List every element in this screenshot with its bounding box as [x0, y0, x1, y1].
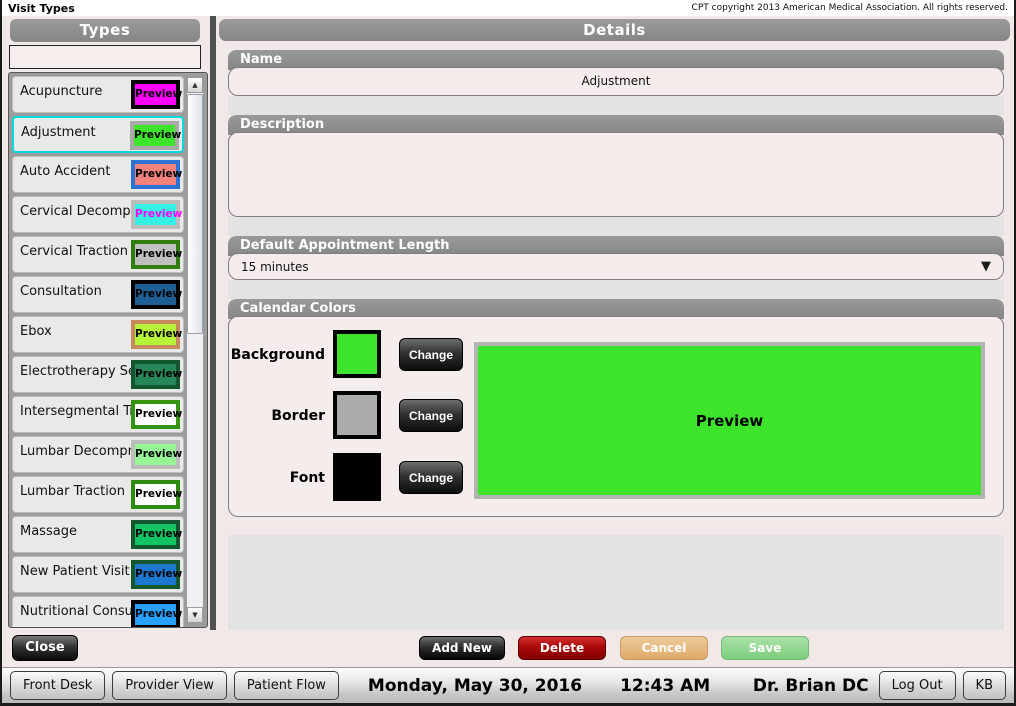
visit-type-label: Nutritional Consultat — [20, 604, 138, 619]
visit-type-row[interactable]: Cervical Traction Preview — [12, 236, 184, 273]
section-gap — [228, 217, 1004, 236]
border-color-swatch — [333, 391, 381, 439]
visit-type-label: Cervical Decompress — [20, 204, 138, 219]
border-color-label: Border — [229, 408, 325, 424]
visit-type-label: Auto Accident — [20, 164, 110, 179]
visit-type-preview-button[interactable]: Preview — [131, 400, 180, 429]
scroll-down-icon[interactable]: ▼ — [187, 607, 203, 623]
logged-in-user: Dr. Brian DC — [753, 676, 869, 696]
visit-type-preview-button[interactable]: Preview — [131, 560, 180, 589]
title-strip: Visit Types CPT copyright 2013 American … — [2, 0, 1014, 16]
types-scrollbar[interactable]: ▲ ▼ — [186, 76, 204, 624]
patient-flow-button[interactable]: Patient Flow — [234, 671, 339, 700]
font-color-label: Font — [229, 470, 325, 486]
visit-type-label: Acupuncture — [20, 84, 102, 99]
empty-area — [228, 535, 1004, 639]
action-button-band: Close Add New Delete Cancel Save — [2, 630, 1014, 667]
visit-type-label: Cervical Traction — [20, 244, 128, 259]
copyright-text: CPT copyright 2013 American Medical Asso… — [692, 3, 1008, 13]
visit-types-window: Visit Types CPT copyright 2013 American … — [0, 0, 1016, 706]
visit-type-label: Consultation — [20, 284, 102, 299]
appointment-length-value: 15 minutes — [241, 260, 309, 274]
visit-type-preview-button[interactable]: Preview — [131, 360, 180, 389]
visit-type-row[interactable]: Intersegmental Trac Preview — [12, 396, 184, 433]
visit-type-preview-button[interactable]: Preview — [131, 320, 180, 349]
calendar-colors-body: Background Change Border Change Font Cha… — [228, 316, 1004, 517]
close-button[interactable]: Close — [12, 635, 78, 661]
visit-type-label: Adjustment — [21, 125, 96, 140]
visit-type-row[interactable]: Auto Accident Preview — [12, 156, 184, 193]
kb-button[interactable]: KB — [963, 671, 1006, 700]
visit-type-label: Lumbar Traction — [20, 484, 125, 499]
visit-type-preview-button[interactable]: Preview — [131, 160, 180, 189]
log-out-button[interactable]: Log Out — [879, 671, 956, 700]
visit-type-preview-button[interactable]: Preview — [131, 200, 180, 229]
change-border-button[interactable]: Change — [399, 399, 463, 432]
appointment-length-section: Default Appointment Length 15 minutes ▼ — [228, 236, 1004, 280]
delete-button[interactable]: Delete — [518, 636, 606, 660]
visit-type-row[interactable]: Massage Preview — [12, 516, 184, 553]
scroll-up-icon[interactable]: ▲ — [187, 77, 203, 93]
visit-type-row[interactable]: Consultation Preview — [12, 276, 184, 313]
cancel-button[interactable]: Cancel — [620, 636, 708, 660]
visit-type-row[interactable]: Nutritional Consultat Preview — [12, 596, 184, 628]
visit-type-preview-button[interactable]: Preview — [131, 280, 180, 309]
visit-type-row[interactable]: Electrotherapy Sessi Preview — [12, 356, 184, 393]
visit-type-row[interactable]: Acupuncture Preview — [12, 76, 184, 113]
appointment-length-dropdown[interactable]: 15 minutes ▼ — [228, 253, 1004, 280]
types-search-input[interactable] — [9, 45, 201, 69]
background-color-swatch — [333, 330, 381, 378]
visit-type-row[interactable]: New Patient Visit Preview — [12, 556, 184, 593]
visit-type-label: Electrotherapy Sessi — [20, 364, 138, 379]
provider-view-button[interactable]: Provider View — [112, 671, 227, 700]
visit-type-label: Lumbar Decompress — [20, 444, 138, 459]
description-section: Description — [228, 115, 1004, 217]
status-bar: Front Desk Provider View Patient Flow Mo… — [2, 667, 1014, 703]
current-time: 12:43 AM — [620, 676, 710, 696]
details-panel-header: Details — [219, 19, 1010, 41]
visit-type-row[interactable]: Lumbar Decompress Preview — [12, 436, 184, 473]
visit-type-label: Massage — [20, 524, 77, 539]
visit-type-label: Ebox — [20, 324, 52, 339]
change-background-button[interactable]: Change — [399, 338, 463, 371]
visit-type-label: Intersegmental Trac — [20, 404, 138, 419]
types-list[interactable]: Acupuncture Preview Adjustment Preview A… — [8, 72, 208, 628]
font-color-swatch — [333, 453, 381, 501]
details-panel: Name Adjustment Description Default Appo… — [218, 41, 1012, 630]
current-date: Monday, May 30, 2016 — [368, 676, 582, 696]
front-desk-button[interactable]: Front Desk — [10, 671, 105, 700]
panel-divider — [210, 16, 216, 630]
visit-type-preview-button[interactable]: Preview — [131, 600, 180, 628]
visit-type-preview-button[interactable]: Preview — [131, 80, 180, 109]
visit-type-preview-button[interactable]: Preview — [131, 480, 180, 509]
visit-type-preview-button[interactable]: Preview — [131, 520, 180, 549]
color-preview-box: Preview — [474, 342, 985, 499]
visit-type-row[interactable]: Adjustment Preview — [12, 116, 184, 153]
visit-type-preview-button[interactable]: Preview — [131, 440, 180, 469]
description-field[interactable] — [228, 132, 1004, 217]
visit-type-preview-button[interactable]: Preview — [130, 121, 179, 150]
visit-type-row[interactable]: Cervical Decompress Preview — [12, 196, 184, 233]
types-panel-header: Types — [10, 19, 200, 42]
visit-type-row[interactable]: Lumbar Traction Preview — [12, 476, 184, 513]
change-font-button[interactable]: Change — [399, 461, 463, 494]
section-gap — [228, 280, 1004, 299]
scrollbar-thumb[interactable] — [187, 94, 203, 334]
name-section: Name Adjustment — [228, 50, 1004, 96]
visit-type-preview-button[interactable]: Preview — [131, 240, 180, 269]
background-color-label: Background — [229, 347, 325, 363]
section-gap — [228, 96, 1004, 115]
visit-type-row[interactable]: Ebox Preview — [12, 316, 184, 353]
name-field[interactable]: Adjustment — [228, 67, 1004, 96]
chevron-down-icon: ▼ — [981, 259, 991, 274]
page-title: Visit Types — [8, 2, 75, 15]
visit-type-label: New Patient Visit — [20, 564, 130, 579]
calendar-colors-section: Calendar Colors Background Change Border… — [228, 299, 1004, 517]
save-button[interactable]: Save — [721, 636, 809, 660]
add-new-button[interactable]: Add New — [419, 636, 505, 660]
